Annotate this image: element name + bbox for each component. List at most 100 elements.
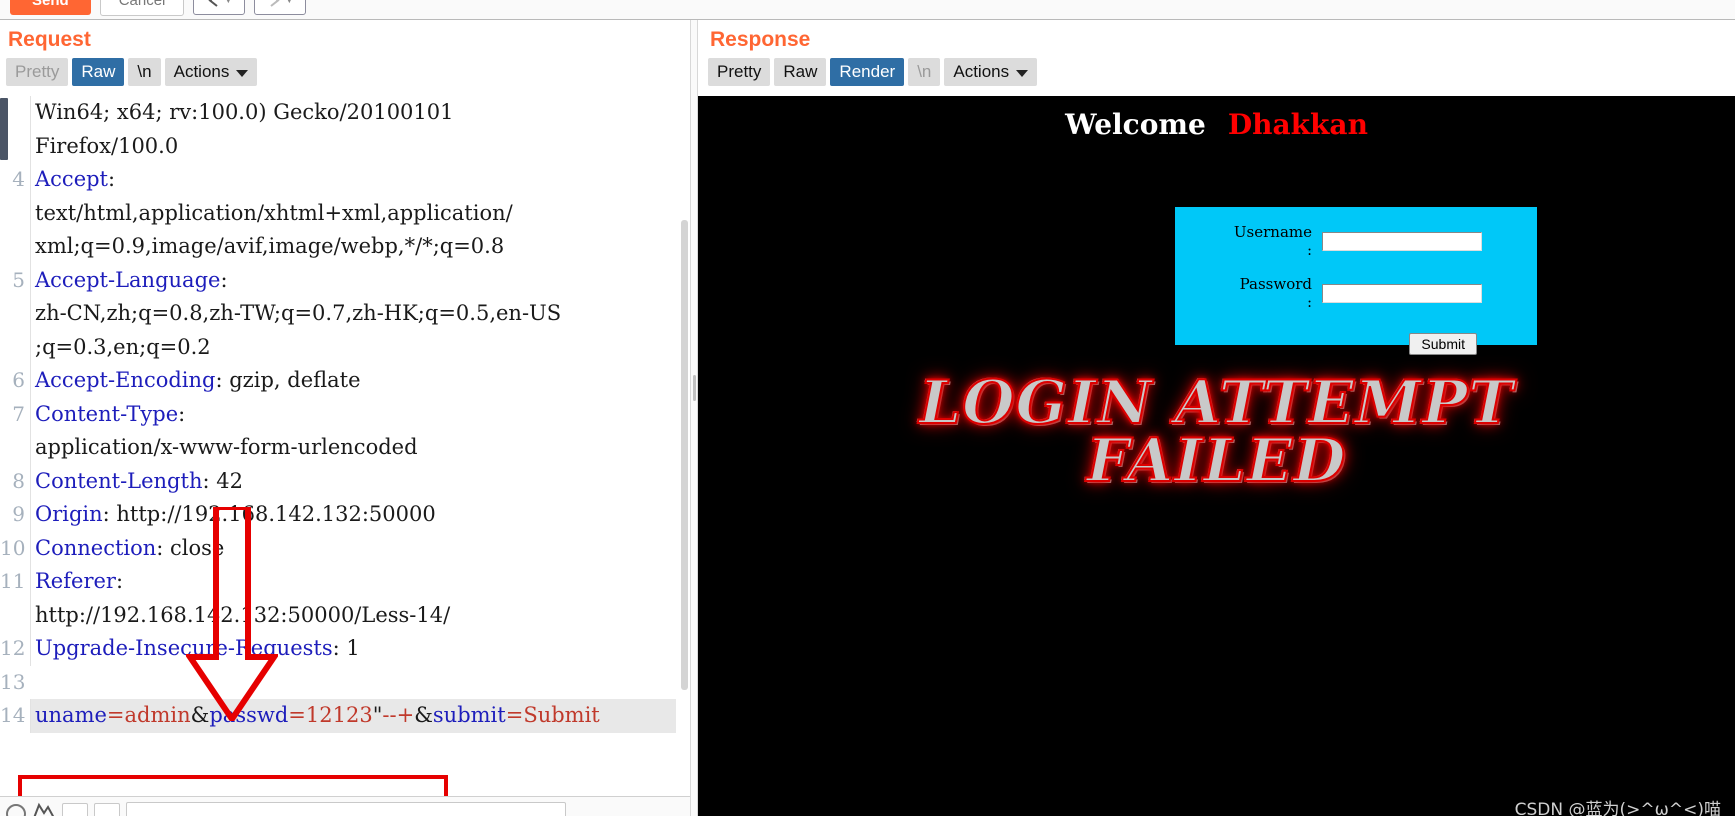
request-code-line: 13 bbox=[0, 666, 676, 700]
arrow-back-icon bbox=[206, 0, 221, 8]
code-token: & bbox=[414, 703, 433, 727]
request-panel: Request Pretty Raw \n Actions Win64; x64; r… bbox=[0, 20, 690, 816]
request-search-bar bbox=[0, 796, 690, 816]
line-number: 13 bbox=[0, 669, 26, 694]
scrollbar-thumb[interactable] bbox=[681, 220, 688, 690]
request-actions-menu[interactable]: Actions bbox=[164, 58, 258, 86]
forward-nav-button[interactable]: ▼ bbox=[254, 0, 307, 15]
response-tabbar: Pretty Raw Render \n Actions bbox=[698, 58, 1735, 91]
code-token: http://192.168.142.132:50000/Less-14/ bbox=[35, 602, 451, 627]
request-tab-n[interactable]: \n bbox=[128, 58, 161, 86]
payload-text[interactable]: uname=admin&passwd=12123"--+&submit=Subm… bbox=[30, 699, 676, 733]
cancel-button[interactable]: Cancel bbox=[99, 0, 185, 16]
code-token: = bbox=[505, 703, 524, 727]
password-input[interactable] bbox=[1322, 283, 1482, 303]
request-code-line: Win64; x64; rv:100.0) Gecko/20100101 bbox=[0, 96, 676, 130]
request-code-line: 10 Connection: close bbox=[0, 531, 676, 565]
response-tab-Raw[interactable]: Raw bbox=[774, 58, 827, 86]
code-token: : http://192.168.142.132:50000 bbox=[102, 502, 436, 526]
chevron-down-icon: ▼ bbox=[224, 0, 233, 5]
submit-button[interactable]: Submit bbox=[1409, 333, 1477, 355]
code-text[interactable]: text/html,application/xhtml+xml,applicat… bbox=[30, 196, 676, 230]
welcome-username: Dhakkan bbox=[1227, 108, 1368, 141]
code-token: Content-Length bbox=[35, 468, 203, 493]
request-code[interactable]: Win64; x64; rv:100.0) Gecko/20100101 Fire… bbox=[0, 96, 676, 816]
code-text[interactable]: Accept: bbox=[30, 163, 676, 197]
code-token: Origin bbox=[35, 502, 103, 526]
line-number: 8 bbox=[12, 468, 25, 493]
code-text[interactable]: Win64; x64; rv:100.0) Gecko/20100101 bbox=[30, 96, 676, 130]
response-tab-Render[interactable]: Render bbox=[830, 58, 905, 86]
code-token: : bbox=[178, 401, 186, 426]
line-number: 9 bbox=[12, 502, 25, 526]
line-number: 11 bbox=[0, 569, 26, 593]
code-token: Win64; x64; rv:100.0) Gecko/20100101 bbox=[35, 100, 454, 124]
response-tab-n[interactable]: \n bbox=[908, 58, 941, 86]
code-text[interactable]: Accept-Encoding: gzip, deflate bbox=[30, 364, 676, 398]
code-text[interactable]: Origin: http://192.168.142.132:50000 bbox=[30, 498, 676, 532]
request-code-line: 12 Upgrade-Insecure-Requests: 1 bbox=[0, 632, 676, 666]
request-vertical-scrollbar[interactable] bbox=[679, 96, 690, 816]
code-text[interactable]: Referer: bbox=[30, 565, 676, 599]
code-token: xml;q=0.9,image/avif,image/webp,*/*;q=0.… bbox=[35, 234, 505, 258]
code-token: : bbox=[220, 267, 228, 292]
password-row: Password : bbox=[1175, 275, 1537, 311]
chevron-down-icon bbox=[236, 69, 249, 77]
response-panel: Response Pretty Raw Render \n Actions Welcom… bbox=[698, 20, 1735, 816]
back-nav-button[interactable]: ▼ bbox=[193, 0, 246, 15]
code-token: ;q=0.3,en;q=0.2 bbox=[35, 334, 211, 359]
code-text[interactable]: zh-CN,zh;q=0.8,zh-TW;q=0.7,zh-HK;q=0.5,e… bbox=[30, 297, 676, 331]
line-number: 7 bbox=[12, 401, 25, 426]
request-tab-Pretty[interactable]: Pretty bbox=[6, 58, 69, 86]
welcome-text: Welcome bbox=[1065, 108, 1206, 141]
code-token: admin bbox=[124, 703, 191, 727]
code-text[interactable]: xml;q=0.9,image/avif,image/webp,*/*;q=0.… bbox=[30, 230, 676, 264]
code-text[interactable]: Accept-Language: bbox=[30, 263, 676, 297]
code-text[interactable]: Content-Type: bbox=[30, 397, 676, 431]
code-text[interactable]: Upgrade-Insecure-Requests: 1 bbox=[30, 632, 676, 666]
request-code-line: zh-CN,zh;q=0.8,zh-TW;q=0.7,zh-HK;q=0.5,e… bbox=[0, 297, 676, 331]
code-text[interactable]: application/x-www-form-urlencoded bbox=[30, 431, 676, 465]
code-token: Firefox/100.0 bbox=[35, 133, 179, 158]
code-token: --+ bbox=[382, 703, 415, 727]
request-code-line: http://192.168.142.132:50000/Less-14/ bbox=[0, 598, 676, 632]
request-code-line: Firefox/100.0 bbox=[0, 129, 676, 163]
chevron-down-icon bbox=[1016, 69, 1029, 77]
request-code-line: application/x-www-form-urlencoded bbox=[0, 431, 676, 465]
search-icon[interactable] bbox=[6, 803, 26, 816]
code-token: Accept bbox=[35, 167, 108, 191]
search-prev-button[interactable] bbox=[62, 802, 88, 816]
code-token: : bbox=[115, 569, 124, 593]
code-token: Accept-Encoding bbox=[35, 368, 216, 392]
username-row: Username : bbox=[1175, 223, 1537, 259]
splitter-grip[interactable] bbox=[693, 375, 696, 401]
request-code-line: text/html,application/xhtml+xml,applicat… bbox=[0, 196, 676, 230]
send-button[interactable]: Send bbox=[10, 0, 91, 15]
response-actions-menu[interactable]: Actions bbox=[944, 58, 1038, 86]
line-number: 6 bbox=[12, 368, 25, 392]
highlight-icon[interactable] bbox=[32, 801, 56, 816]
search-input[interactable] bbox=[126, 801, 566, 816]
code-token: = bbox=[106, 703, 125, 727]
code-text[interactable]: http://192.168.142.132:50000/Less-14/ bbox=[30, 598, 676, 632]
search-next-button[interactable] bbox=[94, 802, 120, 816]
request-code-line: 6 Accept-Encoding: gzip, deflate bbox=[0, 364, 676, 398]
code-text[interactable]: ;q=0.3,en;q=0.2 bbox=[30, 330, 676, 364]
code-token: submit bbox=[432, 703, 506, 727]
code-text[interactable]: Firefox/100.0 bbox=[30, 129, 676, 163]
panel-splitter[interactable] bbox=[690, 20, 698, 816]
login-failed-banner: LOGIN ATTEMPT FAILED bbox=[698, 372, 1735, 492]
request-tab-Raw[interactable]: Raw bbox=[72, 58, 125, 86]
request-payload-line: 14 uname=admin&passwd=12123"--+&submit=Su… bbox=[0, 699, 676, 733]
code-token: zh-CN,zh;q=0.8,zh-TW;q=0.7,zh-HK;q=0.5,e… bbox=[35, 301, 562, 325]
arrow-forward-icon bbox=[267, 0, 282, 8]
request-code-line: 11 Referer: bbox=[0, 565, 676, 599]
code-token: uname bbox=[35, 703, 107, 727]
code-text[interactable]: Content-Length: 42 bbox=[30, 464, 676, 498]
code-token: text/html,application/xhtml+xml,applicat… bbox=[35, 200, 513, 225]
request-editor[interactable]: Win64; x64; rv:100.0) Gecko/20100101 Fire… bbox=[0, 96, 690, 816]
username-input[interactable] bbox=[1322, 231, 1482, 251]
code-text[interactable]: Connection: close bbox=[30, 531, 676, 565]
code-token: Upgrade-Insecure-Requests bbox=[35, 636, 333, 660]
response-tab-Pretty[interactable]: Pretty bbox=[708, 58, 771, 86]
